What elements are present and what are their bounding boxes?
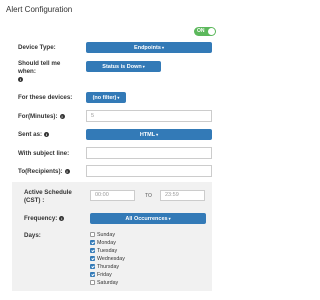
devices-label: For these devices: <box>18 94 73 101</box>
alert-enabled-toggle[interactable]: ON <box>194 27 216 36</box>
frequency-label: Frequency: i <box>24 215 65 223</box>
caret-down-icon: ▾ <box>168 216 171 221</box>
format-dropdown-label: HTML <box>139 132 156 138</box>
schedule-label-line2: (CST) : <box>24 197 45 204</box>
checkbox[interactable] <box>90 232 95 237</box>
toggle-knob <box>208 28 215 35</box>
caret-down-icon: ▾ <box>142 64 145 69</box>
caret-down-icon: ▾ <box>117 95 120 100</box>
schedule-label: Active Schedule (CST) : <box>24 189 72 205</box>
info-icon: i <box>18 76 23 82</box>
should-tell-label-line2: when: <box>18 68 36 75</box>
day-checkbox-row[interactable]: Monday <box>90 240 116 247</box>
checkbox[interactable] <box>90 280 95 285</box>
device-type-dropdown-label: Endpoints <box>134 45 161 51</box>
device-type-label: Device Type: <box>18 44 56 51</box>
day-label: Monday <box>97 240 116 246</box>
day-checkbox-row[interactable]: Thursday <box>90 264 119 271</box>
minutes-label-text: For(Minutes): <box>18 113 58 120</box>
sent-as-label-text: Sent as: <box>18 131 43 138</box>
time-range-separator: TO <box>145 193 152 199</box>
toggle-label: ON <box>197 28 205 34</box>
day-checkbox-row[interactable]: Sunday <box>90 232 115 239</box>
day-label: Wednesday <box>97 256 125 262</box>
day-label: Tuesday <box>97 248 118 254</box>
info-icon: i <box>44 131 50 137</box>
start-time-input[interactable]: 00:00 <box>90 190 135 201</box>
condition-dropdown[interactable]: Status is Down▾ <box>86 61 161 72</box>
day-label: Saturday <box>97 280 119 286</box>
caret-down-icon: ▾ <box>156 132 159 137</box>
day-label: Friday <box>97 272 112 278</box>
day-label: Thursday <box>97 264 120 270</box>
device-type-dropdown[interactable]: Endpoints▾ <box>86 42 212 53</box>
day-checkbox-row[interactable]: Wednesday <box>90 256 125 263</box>
frequency-dropdown-label: All Occurrences <box>125 216 168 222</box>
dialog-title: Alert Configuration <box>6 5 73 14</box>
should-tell-label-line1: Should tell me <box>18 60 61 67</box>
checkbox[interactable] <box>90 240 95 245</box>
info-icon: i <box>59 113 65 119</box>
day-label: Sunday <box>97 232 115 238</box>
frequency-dropdown[interactable]: All Occurrences▾ <box>90 213 206 224</box>
checkbox[interactable] <box>90 256 95 261</box>
checkbox[interactable] <box>90 264 95 269</box>
subject-input[interactable] <box>86 147 212 159</box>
condition-dropdown-label: Status is Down <box>102 64 142 70</box>
day-checkbox-row[interactable]: Saturday <box>90 280 118 287</box>
days-label: Days: <box>24 232 41 239</box>
info-icon: i <box>59 215 65 221</box>
recipients-label: To(Recipients): i <box>18 168 70 176</box>
device-filter-dropdown[interactable]: (no filter)▾ <box>86 92 126 103</box>
device-filter-dropdown-label: (no filter) <box>92 95 117 101</box>
sent-as-label: Sent as: i <box>18 131 50 139</box>
checkbox[interactable] <box>90 248 95 253</box>
recipients-label-text: To(Recipients): <box>18 168 63 175</box>
minutes-input[interactable]: 5 <box>86 110 212 122</box>
subject-label: With subject line: <box>18 150 70 157</box>
minutes-label: For(Minutes): i <box>18 113 65 121</box>
recipients-input[interactable] <box>86 165 212 177</box>
schedule-label-line1: Active Schedule <box>24 189 72 196</box>
day-checkbox-row[interactable]: Tuesday <box>90 248 117 255</box>
should-tell-label: Should tell me when: i <box>18 60 60 84</box>
info-icon: i <box>64 168 70 174</box>
day-checkbox-row[interactable]: Friday <box>90 272 112 279</box>
end-time-input[interactable]: 23:59 <box>160 190 205 201</box>
caret-down-icon: ▾ <box>161 45 164 50</box>
frequency-label-text: Frequency: <box>24 215 58 222</box>
checkbox[interactable] <box>90 272 95 277</box>
modal-header: Alert Configuration <box>0 0 230 22</box>
format-dropdown[interactable]: HTML▾ <box>86 129 212 140</box>
